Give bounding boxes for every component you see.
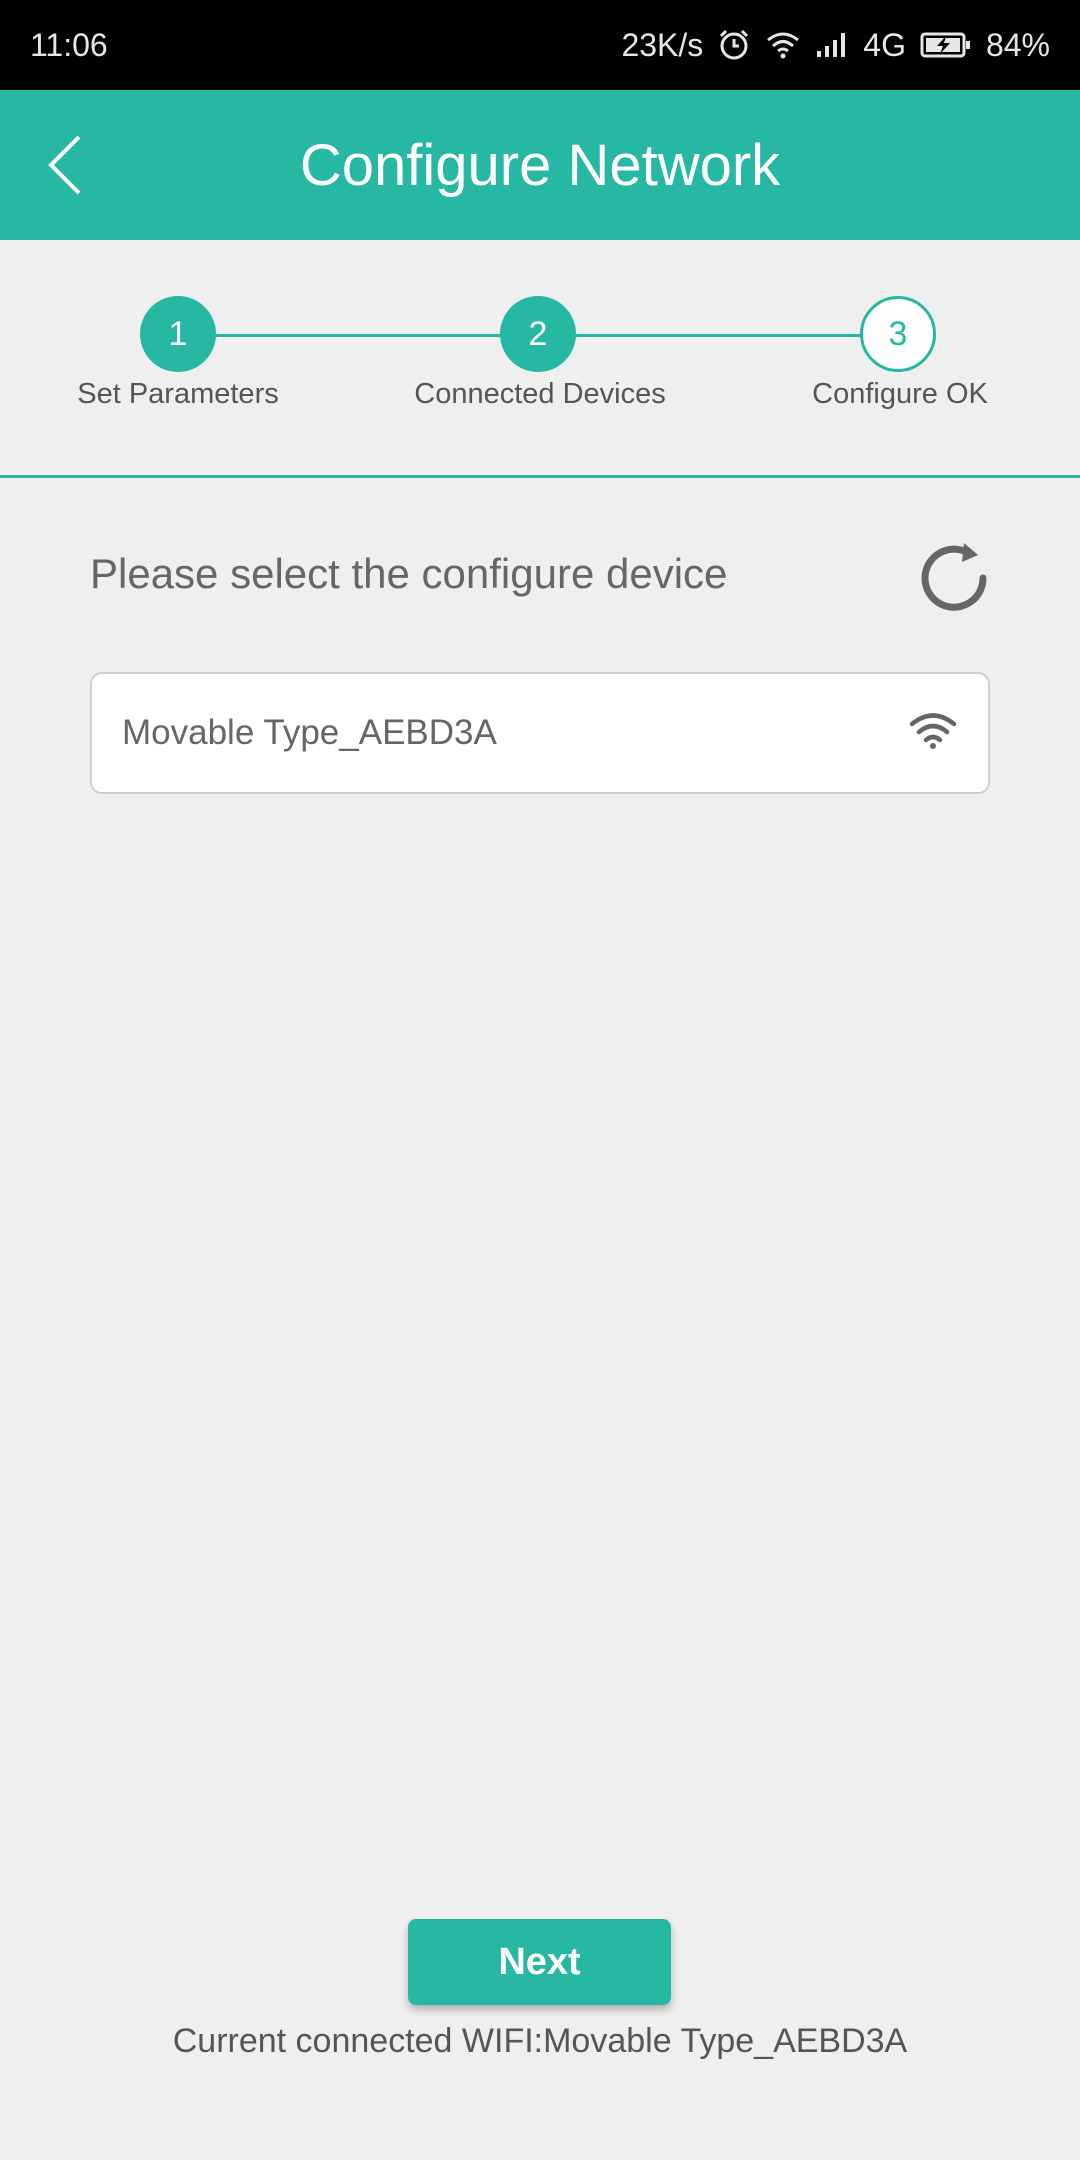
- step-2-circle: 2: [500, 296, 576, 372]
- step-3-label: Configure OK: [812, 378, 988, 410]
- app-header: Configure Network: [0, 90, 1080, 240]
- chevron-left-icon: [48, 135, 81, 195]
- battery-charging-icon: [920, 31, 972, 59]
- step-connector-1: [216, 334, 504, 337]
- page-title: Configure Network: [299, 132, 781, 198]
- status-icons: 23K/s 4G 84%: [621, 27, 1050, 64]
- step-connector-2: [576, 334, 864, 337]
- device-name: Movable Type_AEBD3A: [122, 713, 497, 752]
- refresh-icon: [921, 543, 987, 611]
- wifi-icon: [908, 711, 958, 756]
- back-button[interactable]: [30, 130, 100, 200]
- step-2-label: Connected Devices: [414, 378, 666, 410]
- status-bar: 11:06 23K/s 4G 84%: [0, 0, 1080, 90]
- current-wifi-text: Current connected WIFI:Movable Type_AEBD…: [172, 2022, 908, 2060]
- stepper-divider: [0, 475, 1080, 478]
- network-type: 4G: [863, 26, 906, 63]
- step-1-label: Set Parameters: [77, 378, 279, 410]
- select-device-heading: Please select the configure device: [90, 550, 728, 597]
- progress-stepper: 1 2 3 Set Parameters Connected Devices C…: [0, 240, 1080, 478]
- network-speed: 23K/s: [621, 26, 704, 63]
- alarm-icon: [717, 28, 751, 62]
- configure-network-screen: 11:06 23K/s 4G 84% Configure Network 1 2…: [0, 0, 1080, 2160]
- status-time: 11:06: [30, 26, 108, 63]
- wifi-icon: [765, 30, 801, 60]
- signal-icon: [815, 31, 849, 59]
- step-1-circle: 1: [140, 296, 216, 372]
- battery-level: 84%: [985, 26, 1050, 63]
- step-3-circle: 3: [860, 296, 936, 372]
- refresh-button[interactable]: [915, 535, 995, 615]
- next-button[interactable]: Next: [408, 1919, 671, 2005]
- device-list-item[interactable]: Movable Type_AEBD3A: [90, 672, 990, 794]
